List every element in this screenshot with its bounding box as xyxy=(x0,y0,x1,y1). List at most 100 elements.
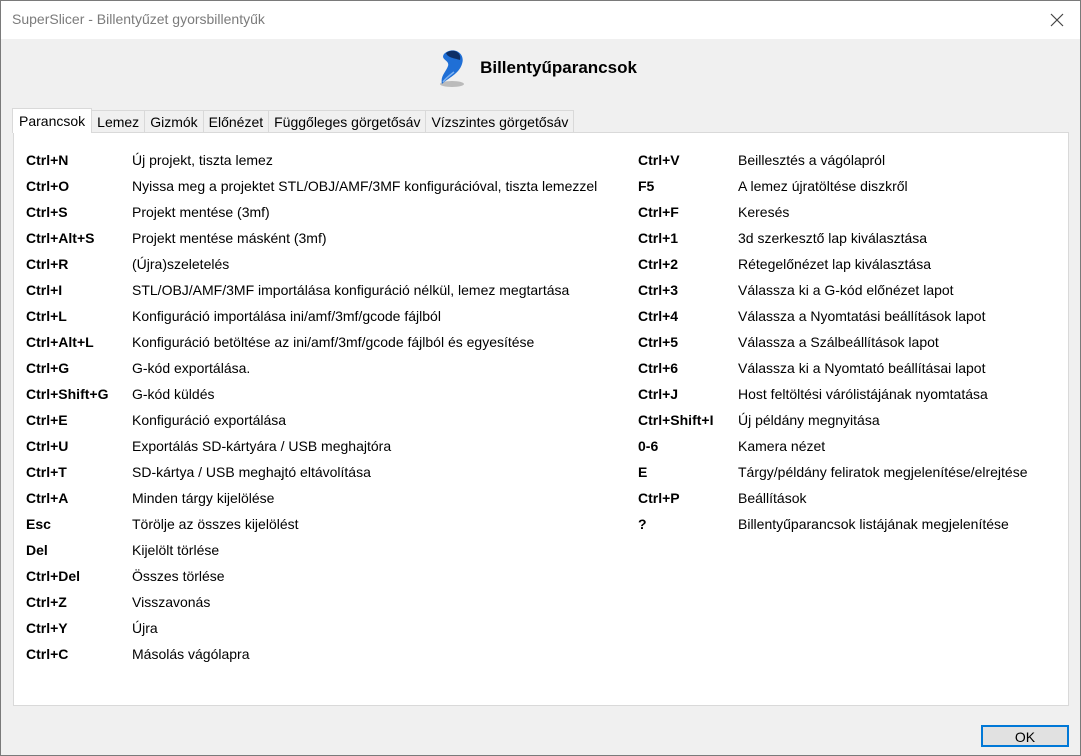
shortcut-row: Ctrl+P Beállítások xyxy=(638,485,1028,511)
shortcut-row: ? Billentyűparancsok listájának megjelení… xyxy=(638,511,1028,537)
shortcut-description: Konfiguráció betöltése az ini/amf/3mf/gc… xyxy=(132,334,535,350)
shortcuts-left-column: Ctrl+N Új projekt, tiszta lemez Ctrl+O Nyi… xyxy=(26,147,597,667)
shortcut-row: Del Kijelölt törlése xyxy=(26,537,597,563)
shortcut-description: Másolás vágólapra xyxy=(132,646,250,662)
shortcut-key: Ctrl+3 xyxy=(638,282,679,298)
shortcut-description: Törölje az összes kijelölést xyxy=(132,516,299,532)
shortcut-description: Összes törlése xyxy=(132,568,225,584)
tab-lemez[interactable]: Lemez xyxy=(91,110,146,133)
shortcut-row: Ctrl+Alt+L Konfiguráció betöltése az ini/… xyxy=(26,329,597,355)
shortcut-key: Ctrl+N xyxy=(26,152,69,168)
shortcut-description: Konfiguráció exportálása xyxy=(132,412,287,428)
shortcut-key: Ctrl+E xyxy=(26,412,68,428)
shortcut-row: Ctrl+U Exportálás SD-kártyára / USB megha… xyxy=(26,433,597,459)
shortcut-key: Ctrl+U xyxy=(26,438,69,454)
shortcut-description: (Újra)szeletelés xyxy=(132,256,230,272)
tab-fuggoleges-gorgetosav[interactable]: Függőleges görgetősáv xyxy=(268,110,427,133)
shortcut-description: A lemez újratöltése diszkről xyxy=(738,178,908,194)
shortcut-key: Ctrl+5 xyxy=(638,334,679,350)
shortcut-description: Visszavonás xyxy=(132,594,211,610)
shortcut-row: Ctrl+Shift+I Új példány megnyitása xyxy=(638,407,1028,433)
tab-parancsok[interactable]: Parancsok xyxy=(12,108,93,133)
shortcut-description: Exportálás SD-kártyára / USB meghajtóra xyxy=(132,438,392,454)
shortcut-key: Ctrl+Del xyxy=(26,568,81,584)
shortcut-key: Ctrl+Shift+I xyxy=(638,412,714,428)
shortcut-description: Új példány megnyitása xyxy=(738,412,880,428)
shortcut-description: SD-kártya / USB meghajtó eltávolítása xyxy=(132,464,371,480)
title-bar: SuperSlicer - Billentyűzet gyorsbillenty… xyxy=(1,1,1080,39)
shortcut-key: Ctrl+Y xyxy=(26,620,68,636)
shortcut-row: Ctrl+Shift+G G-kód küldés xyxy=(26,381,597,407)
shortcut-row: Ctrl+Del Összes törlése xyxy=(26,563,597,589)
shortcut-description: Nyissa meg a projektet STL/OBJ/AMF/3MF k… xyxy=(132,178,598,194)
ok-button[interactable]: OK xyxy=(981,725,1069,747)
shortcut-key: Ctrl+J xyxy=(638,386,679,402)
shortcut-description: G-kód exportálása. xyxy=(132,360,251,376)
shortcut-row: Ctrl+J Host feltöltési várólistájának nyo… xyxy=(638,381,1028,407)
shortcut-row: Ctrl+G G-kód exportálása. xyxy=(26,355,597,381)
shortcut-row: Ctrl+O Nyissa meg a projektet STL/OBJ/AMF… xyxy=(26,173,597,199)
shortcut-key: Ctrl+C xyxy=(26,646,69,662)
shortcut-description: Válassza a Nyomtatási beállítások lapot xyxy=(738,308,986,324)
shortcut-key: Ctrl+S xyxy=(26,204,68,220)
shortcut-key: Ctrl+Alt+S xyxy=(26,230,95,246)
shortcut-row: F5 A lemez újratöltése diszkről xyxy=(638,173,1028,199)
shortcut-description: Rétegelőnézet lap kiválasztása xyxy=(738,256,932,272)
shortcut-row: Ctrl+R (Újra)szeletelés xyxy=(26,251,597,277)
shortcut-key: Ctrl+I xyxy=(26,282,63,298)
shortcut-description: Tárgy/példány feliratok megjelenítése/el… xyxy=(738,464,1028,480)
shortcut-row: Ctrl+Z Visszavonás xyxy=(26,589,597,615)
shortcut-row: 0-6 Kamera nézet xyxy=(638,433,1028,459)
close-icon[interactable] xyxy=(1044,7,1070,33)
tab-vizszintes-gorgetosav[interactable]: Vízszintes görgetősáv xyxy=(425,110,575,133)
shortcut-key: Ctrl+Shift+G xyxy=(26,386,109,402)
dialog-header: Billentyűparancsok xyxy=(1,45,1080,91)
shortcut-key: Ctrl+4 xyxy=(638,308,679,324)
shortcut-row: Ctrl+T SD-kártya / USB meghajtó eltávolít… xyxy=(26,459,597,485)
shortcut-key: Ctrl+T xyxy=(26,464,67,480)
dialog-heading: Billentyűparancsok xyxy=(480,58,637,77)
superslicer-logo-icon xyxy=(434,48,470,88)
shortcut-key: Ctrl+6 xyxy=(638,360,679,376)
shortcut-key: Ctrl+2 xyxy=(638,256,679,272)
shortcut-row: Ctrl+I STL/OBJ/AMF/3MF importálása konfig… xyxy=(26,277,597,303)
shortcut-row: Ctrl+A Minden tárgy kijelölése xyxy=(26,485,597,511)
shortcut-key: Ctrl+O xyxy=(26,178,70,194)
shortcut-description: Minden tárgy kijelölése xyxy=(132,490,275,506)
shortcut-key: 0-6 xyxy=(638,438,659,454)
shortcut-row: Ctrl+6 Válassza ki a Nyomtató beállításai… xyxy=(638,355,1028,381)
shortcut-description: Billentyűparancsok listájának megjelenít… xyxy=(738,516,1009,532)
shortcut-row: Ctrl+Alt+S Projekt mentése másként (3mf) xyxy=(26,225,597,251)
shortcut-description: Válassza a Szálbeállítások lapot xyxy=(738,334,939,350)
shortcut-description: Kijelölt törlése xyxy=(132,542,220,558)
shortcut-row: Esc Törölje az összes kijelölést xyxy=(26,511,597,537)
shortcut-key: Esc xyxy=(26,516,51,532)
shortcut-key: F5 xyxy=(638,178,655,194)
shortcut-description: Projekt mentése (3mf) xyxy=(132,204,270,220)
shortcut-key: Ctrl+L xyxy=(26,308,67,324)
shortcut-description: Válassza ki a G-kód előnézet lapot xyxy=(738,282,954,298)
shortcut-description: Kamera nézet xyxy=(738,438,826,454)
shortcut-description: Válassza ki a Nyomtató beállításai lapot xyxy=(738,360,986,376)
shortcut-row: Ctrl+E Konfiguráció exportálása xyxy=(26,407,597,433)
shortcuts-panel: Ctrl+N Új projekt, tiszta lemez Ctrl+O Nyi… xyxy=(13,132,1069,706)
shortcut-row: Ctrl+C Másolás vágólapra xyxy=(26,641,597,667)
shortcut-row: Ctrl+F Keresés xyxy=(638,199,1028,225)
tab-gizmok[interactable]: Gizmók xyxy=(144,110,204,133)
shortcut-description: Projekt mentése másként (3mf) xyxy=(132,230,327,246)
shortcut-description: Új projekt, tiszta lemez xyxy=(132,152,273,168)
shortcut-row: E Tárgy/példány feliratok megjelenítése/e… xyxy=(638,459,1028,485)
shortcut-key: Ctrl+G xyxy=(26,360,70,376)
shortcut-row: Ctrl+Y Újra xyxy=(26,615,597,641)
shortcut-key: Ctrl+V xyxy=(638,152,680,168)
shortcut-row: Ctrl+V Beillesztés a vágólapról xyxy=(638,147,1028,173)
tab-elonezet[interactable]: Előnézet xyxy=(202,110,270,133)
shortcut-description: G-kód küldés xyxy=(132,386,215,402)
shortcut-row: Ctrl+N Új projekt, tiszta lemez xyxy=(26,147,597,173)
shortcut-row: Ctrl+5 Válassza a Szálbeállítások lapot xyxy=(638,329,1028,355)
shortcut-key: Ctrl+Alt+L xyxy=(26,334,94,350)
shortcut-key: Ctrl+P xyxy=(638,490,680,506)
shortcut-description: Újra xyxy=(132,620,158,636)
shortcut-row: Ctrl+3 Válassza ki a G-kód előnézet lapot xyxy=(638,277,1028,303)
shortcut-key: Del xyxy=(26,542,48,558)
